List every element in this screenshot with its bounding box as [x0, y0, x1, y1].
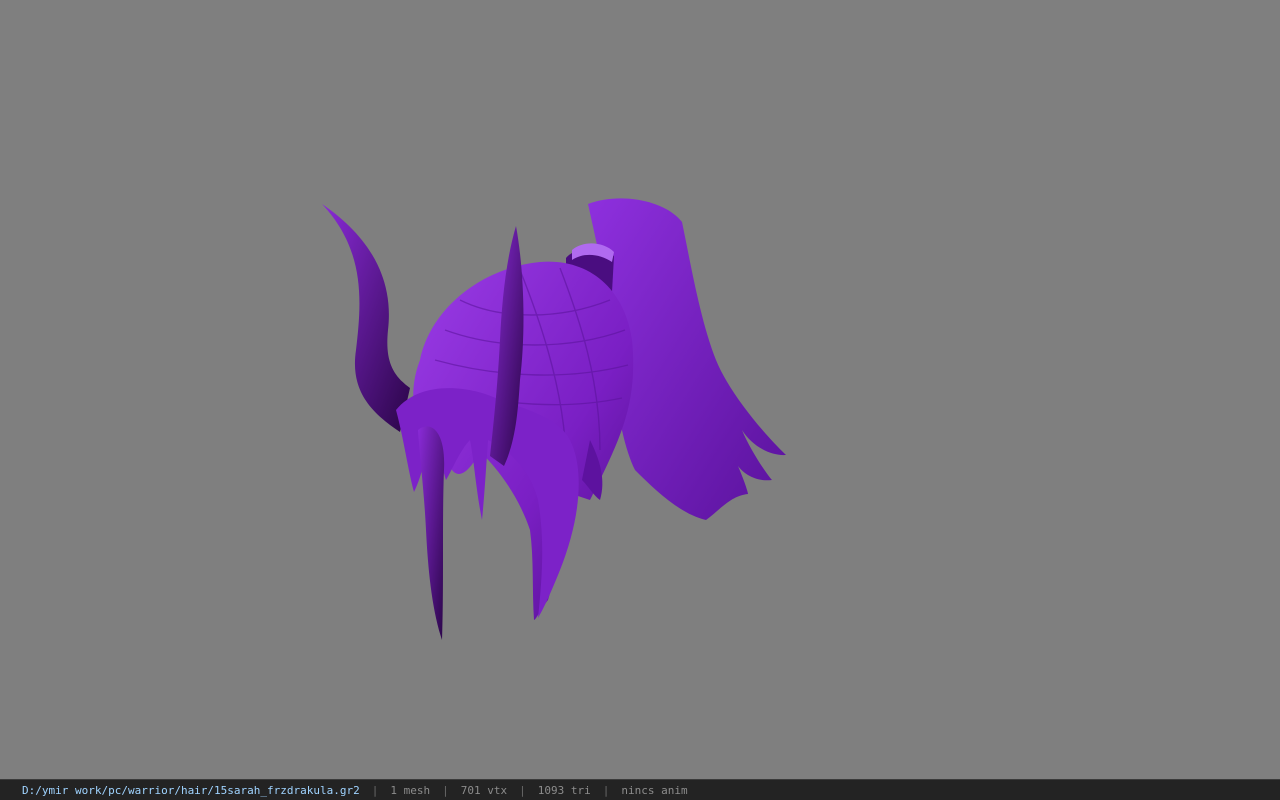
status-bar: D:/ymir work/pc/warrior/hair/15sarah_frz…: [0, 779, 1280, 800]
status-separator: |: [519, 783, 526, 797]
left-horn-mesh: [322, 204, 410, 432]
status-anim-state: nincs anim: [621, 783, 688, 797]
left-long-strand-mesh: [418, 426, 445, 640]
status-file-path: D:/ymir work/pc/warrior/hair/15sarah_frz…: [22, 783, 360, 797]
status-separator: |: [442, 783, 449, 797]
3d-viewport[interactable]: [0, 0, 1280, 779]
status-separator: |: [602, 783, 610, 797]
hair-model-render: [322, 198, 786, 640]
status-vertex-count: 701 vtx: [460, 783, 508, 797]
front-bangs-mesh: [396, 388, 579, 618]
status-mesh-count: 1 mesh: [390, 783, 431, 797]
status-triangle-count: 1093 tri: [537, 783, 591, 797]
status-separator: |: [371, 783, 379, 797]
